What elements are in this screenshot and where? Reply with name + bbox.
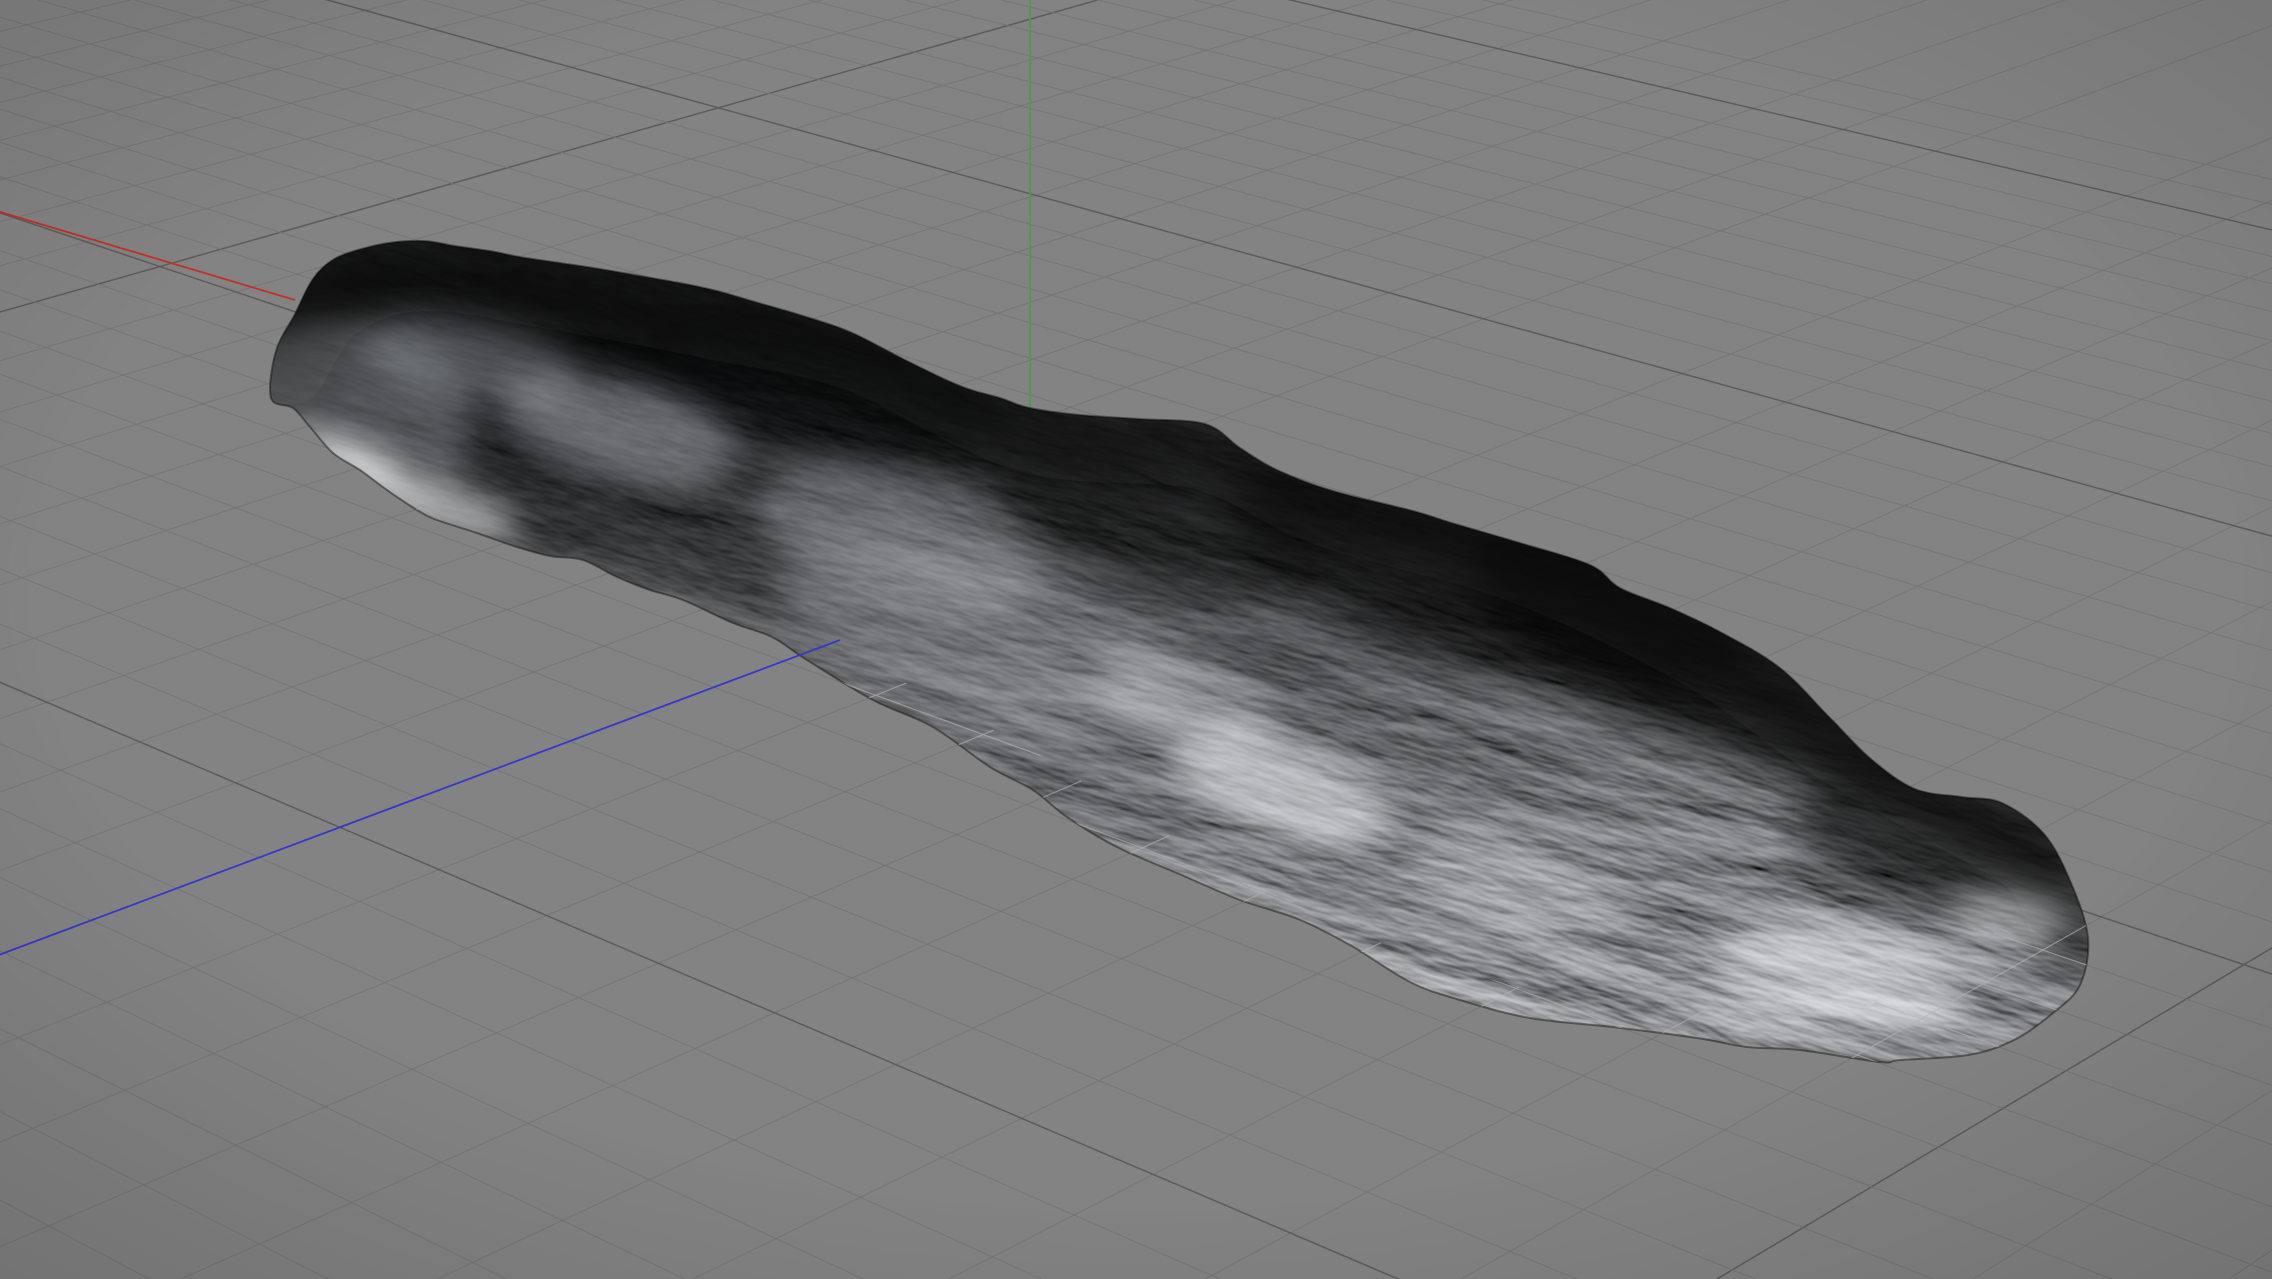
viewport-canvas (0, 0, 2272, 1279)
viewport-3d[interactable] (0, 0, 2272, 1279)
vignette-overlay (0, 0, 2272, 1279)
